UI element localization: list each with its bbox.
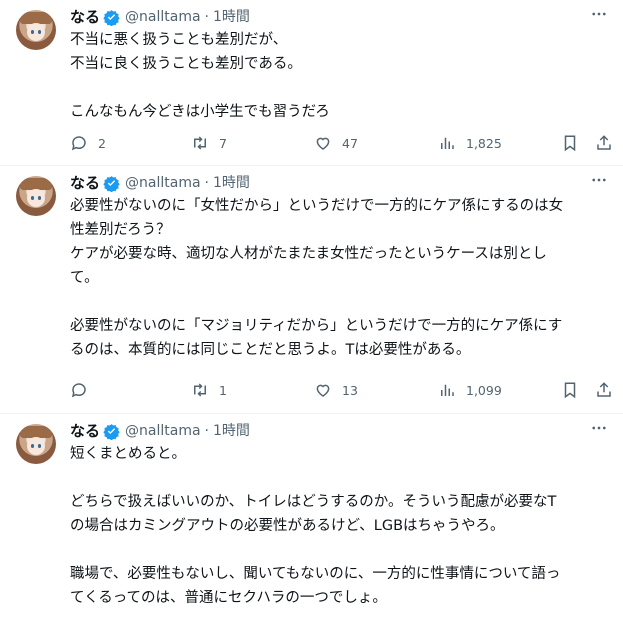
tweet-text-line: 職場で、必要性もないし、聞いてもないのに、一方的に性事情について語っ xyxy=(70,566,561,582)
tweet-header: なる @nalltama · 1時間 xyxy=(70,172,609,194)
heart-icon xyxy=(316,384,330,397)
display-name[interactable]: なる xyxy=(70,7,100,27)
tweet-text: 必要性がないのに「女性だから」というだけで一方的にケア係にするのは女 性差別だろ… xyxy=(70,194,609,362)
avatar[interactable] xyxy=(16,10,56,50)
like-count: 47 xyxy=(342,135,358,151)
tweet-text-line: こんなもん今どきは小学生でも習うだろ xyxy=(70,104,330,120)
retweet-count: 7 xyxy=(219,135,227,151)
handle[interactable]: @nalltama xyxy=(125,173,201,193)
avatar[interactable] xyxy=(16,424,56,464)
display-name[interactable]: なる xyxy=(70,421,100,441)
bar-chart-icon xyxy=(441,384,454,396)
tweet[interactable]: なる @nalltama · 1時間 短くまとめると。 どちらで扱えばいいのか、… xyxy=(0,414,623,623)
timestamp[interactable]: 1時間 xyxy=(213,7,250,27)
separator: · xyxy=(204,9,209,25)
retweet-button[interactable]: 7 xyxy=(191,133,227,153)
tweet-text-line: るのは、本質的には同じことだと思うよ。Tは必要性がある。 xyxy=(70,342,471,358)
timeline: なる @nalltama · 1時間 不当に悪く扱うことも差別だが、 不当に良く… xyxy=(0,0,623,623)
heart-icon xyxy=(316,137,330,150)
views-count: 1,825 xyxy=(466,135,502,151)
verified-badge-icon xyxy=(103,175,120,192)
tweet-text: 短くまとめると。 どちらで扱えばいいのか、トイレはどうするのか。そういう配慮が必… xyxy=(70,442,609,610)
views-count: 1,099 xyxy=(466,382,502,398)
tweet-text-line: の場合はカミングアウトの必要性があるけど、LGBはちゃうやろ。 xyxy=(70,518,505,534)
retweet-button[interactable]: 1 xyxy=(191,380,227,400)
action-bar: 1 13 1,099 xyxy=(70,380,611,400)
retweet-icon xyxy=(194,136,206,150)
tweet[interactable]: なる @nalltama · 1時間 必要性がないのに「女性だから」というだけで… xyxy=(0,166,623,414)
tweet-text-line: 性差別だろう？ xyxy=(70,222,171,238)
tweet-header: なる @nalltama · 1時間 xyxy=(70,420,609,442)
action-bar: 2 7 47 1,825 xyxy=(70,133,611,153)
avatar[interactable] xyxy=(16,176,56,216)
more-horizontal-icon[interactable] xyxy=(589,170,609,190)
tweet-text-line: て。 xyxy=(70,270,99,286)
handle[interactable]: @nalltama xyxy=(125,421,201,441)
tweet-text-line: 必要性がないのに「マジョリティだから」というだけで一方的にケア係にす xyxy=(70,318,563,334)
tweet-text-line: てくるってのは、普通にセクハラの一つでしょ。 xyxy=(70,590,387,606)
bookmark-icon[interactable] xyxy=(560,380,580,400)
more-horizontal-icon[interactable] xyxy=(589,418,609,438)
tweet-text-line: 短くまとめると。 xyxy=(70,446,186,462)
retweet-icon xyxy=(194,383,206,397)
timestamp[interactable]: 1時間 xyxy=(213,173,250,193)
more-horizontal-icon[interactable] xyxy=(589,4,609,24)
handle[interactable]: @nalltama xyxy=(125,7,201,27)
reply-bubble-icon xyxy=(71,383,86,398)
timestamp[interactable]: 1時間 xyxy=(213,421,250,441)
bookmark-icon[interactable] xyxy=(560,133,580,153)
reply-bubble-icon xyxy=(71,136,86,151)
tweet-text-line: 不当に良く扱うことも差別である。 xyxy=(70,56,302,72)
bar-chart-icon xyxy=(441,137,454,149)
tweet-text-line: 不当に悪く扱うことも差別だが、 xyxy=(70,32,288,48)
tweet-header: なる @nalltama · 1時間 xyxy=(70,6,609,28)
tweet-text-line: ケアが必要な時、適切な人材がたまたま女性だったというケースは別とし xyxy=(70,246,547,262)
views-button[interactable]: 1,825 xyxy=(438,133,502,153)
display-name[interactable]: なる xyxy=(70,173,100,193)
separator: · xyxy=(204,423,209,439)
tweet-text: 不当に悪く扱うことも差別だが、 不当に良く扱うことも差別である。 こんなもん今ど… xyxy=(70,28,609,124)
like-button[interactable]: 47 xyxy=(314,133,358,153)
verified-badge-icon xyxy=(103,9,120,26)
tweet-text-line: どちらで扱えばいいのか、トイレはどうするのか。そういう配慮が必要なT xyxy=(70,494,557,510)
verified-badge-icon xyxy=(103,423,120,440)
views-button[interactable]: 1,099 xyxy=(438,380,502,400)
tweet-text-line: 必要性がないのに「女性だから」というだけで一方的にケア係にするのは女 xyxy=(70,198,564,214)
reply-button[interactable] xyxy=(70,380,98,400)
like-button[interactable]: 13 xyxy=(314,380,358,400)
separator: · xyxy=(204,175,209,191)
share-icon[interactable] xyxy=(594,380,614,400)
tweet[interactable]: なる @nalltama · 1時間 不当に悪く扱うことも差別だが、 不当に良く… xyxy=(0,0,623,166)
share-icon[interactable] xyxy=(594,133,614,153)
like-count: 13 xyxy=(342,382,358,398)
reply-count: 2 xyxy=(98,135,106,151)
retweet-count: 1 xyxy=(219,382,227,398)
reply-button[interactable]: 2 xyxy=(70,133,106,153)
